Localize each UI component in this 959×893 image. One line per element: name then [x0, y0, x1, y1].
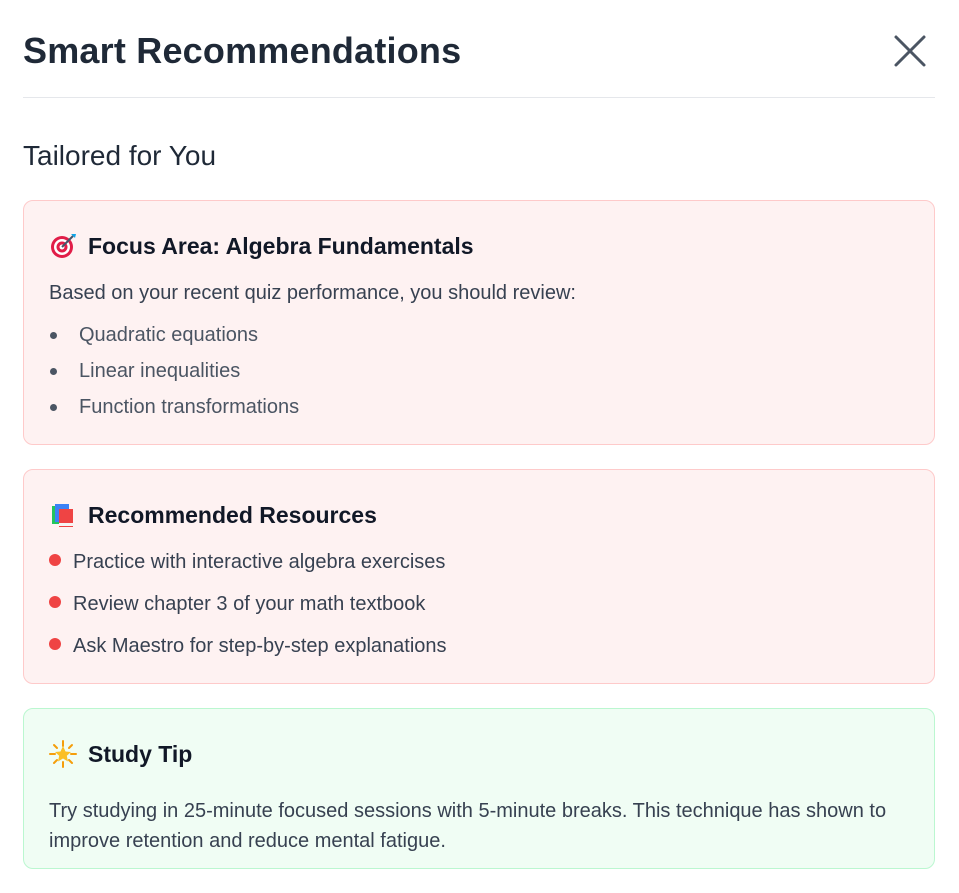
resources-header: Recommended Resources [49, 500, 377, 530]
bullet-dot [49, 596, 61, 608]
panel-title: Smart Recommendations [23, 30, 462, 71]
list-item: Quadratic equations [49, 321, 299, 357]
resources-title: Recommended Resources [88, 501, 377, 528]
bullet-dot [50, 368, 57, 375]
bullet-dot [49, 638, 61, 650]
list-item: Ask Maestro for step-by-step explanation… [49, 632, 447, 674]
bullet-dot [50, 404, 57, 411]
list-item-text: Quadratic equations [79, 324, 259, 346]
panel-header: Smart Recommendations [23, 0, 935, 98]
focus-area-intro: Based on your recent quiz performance, y… [49, 282, 576, 304]
list-item-text: Review chapter 3 of your math textbook [73, 593, 426, 615]
list-item-text: Practice with interactive algebra exerci… [73, 551, 446, 573]
focus-area-header: Focus Area: Algebra Fundamentals [49, 231, 474, 261]
list-item-text: Ask Maestro for step-by-step explanation… [73, 635, 447, 657]
list-item-text: Linear inequalities [79, 360, 241, 382]
study-tip-title: Study Tip [88, 740, 193, 767]
target-icon [49, 232, 77, 260]
list-item: Practice with interactive algebra exerci… [49, 548, 447, 590]
books-icon [49, 501, 77, 529]
study-tip-header: Study Tip [49, 739, 192, 769]
close-button[interactable] [893, 34, 927, 68]
list-item: Function transformations [49, 393, 299, 429]
bullet-dot [50, 332, 57, 339]
study-tip-card: Study Tip Try studying in 25-minute focu… [23, 708, 935, 869]
focus-area-card: Focus Area: Algebra Fundamentals Based o… [23, 200, 935, 445]
recommendations-panel: Smart Recommendations Tailored for You F… [23, 0, 935, 869]
focus-topics-list: Quadratic equations Linear inequalities … [49, 321, 299, 429]
section-subtitle: Tailored for You [23, 140, 217, 171]
bullet-dot [49, 554, 61, 566]
list-item-text: Function transformations [79, 396, 300, 418]
star-icon [49, 740, 77, 768]
resources-card: Recommended Resources Practice with inte… [23, 469, 935, 684]
list-item: Review chapter 3 of your math textbook [49, 590, 447, 632]
close-icon [894, 35, 926, 67]
resources-list: Practice with interactive algebra exerci… [49, 548, 447, 674]
focus-area-title: Focus Area: Algebra Fundamentals [88, 232, 474, 259]
list-item: Linear inequalities [49, 357, 299, 393]
study-tip-text: Try studying in 25-minute focused sessio… [49, 800, 887, 852]
